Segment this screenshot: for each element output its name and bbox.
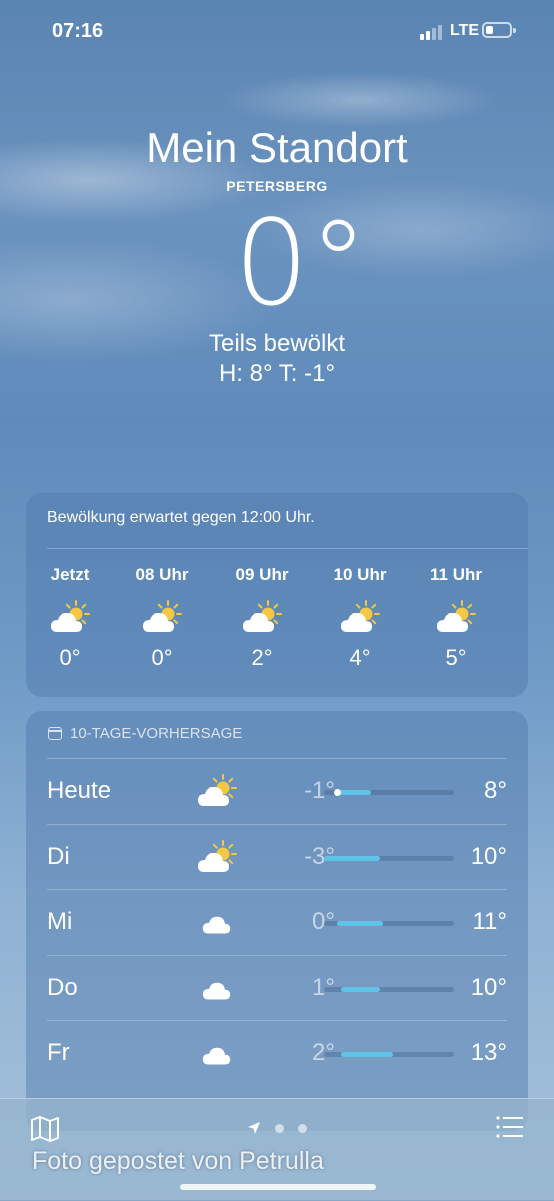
hour-column: 10 Uhr 4° [315, 565, 405, 671]
home-indicator[interactable] [180, 1184, 376, 1190]
hour-label: 1 [495, 565, 528, 587]
hourly-forecast-card[interactable]: Bewölkung erwartet gegen 12:00 Uhr. Jetz… [26, 493, 528, 697]
partly-cloudy-icon [217, 597, 307, 637]
day-high: 13° [470, 1039, 507, 1066]
daily-row[interactable]: Heute -1° 8° [47, 758, 507, 824]
hour-label: Jetzt [50, 565, 90, 584]
page-dot [275, 1123, 284, 1133]
hourly-summary: Bewölkung erwartet gegen 12:00 Uhr. [47, 509, 315, 526]
network-label: LTE [450, 22, 480, 39]
hour-temp: 4° [349, 645, 371, 670]
daily-row[interactable]: Di -3° 10° [47, 823, 507, 890]
page-indicator[interactable] [247, 1121, 307, 1135]
empty-icon [495, 597, 528, 637]
photo-credit: Foto gepostet von Petrulla [32, 1147, 324, 1175]
location-arrow-icon [248, 1122, 260, 1134]
hour-temp: 5° [445, 645, 467, 670]
temperature-range-bar [340, 1052, 393, 1057]
current-temp-dot [334, 789, 341, 796]
cloud-icon [197, 970, 237, 1006]
daily-row[interactable]: Do 1° 10° [47, 954, 507, 1021]
list-icon[interactable] [496, 1116, 524, 1143]
daily-row[interactable]: Fr 2° 13° [47, 1020, 507, 1086]
high-low-label: H: 8° T: -1° [218, 360, 336, 387]
partly-cloudy-icon [197, 839, 237, 875]
day-name: Do [47, 973, 78, 1001]
temperature-range-bar [340, 986, 380, 992]
hour-column: 1 [495, 565, 528, 645]
hour-label: 10 Uhr [333, 565, 387, 584]
hour-temp: 2° [251, 645, 273, 670]
temperature-range-track [324, 921, 454, 926]
partly-cloudy-icon [411, 597, 501, 637]
temperature-range-track [324, 1052, 454, 1057]
location-subtitle: PETERSBERG [226, 178, 328, 194]
hour-label: 08 Uhr [135, 565, 189, 584]
partly-cloudy-icon [117, 597, 207, 637]
calendar-icon [48, 727, 62, 740]
cloud-icon [197, 1035, 237, 1071]
status-time: 07:16 [52, 20, 104, 42]
hour-column: 09 Uhr 2° [217, 565, 307, 671]
hour-temp: 0° [151, 645, 173, 670]
hour-column: Jetzt 0° [26, 565, 115, 671]
day-name: Di [47, 842, 70, 870]
daily-header-label: 10-TAGE-VORHERSAGE [70, 725, 243, 742]
location-title: Mein Standort [146, 124, 408, 171]
day-name: Fr [47, 1039, 70, 1066]
temperature-range-bar [324, 855, 380, 861]
map-icon[interactable] [30, 1115, 60, 1148]
day-name: Mi [47, 908, 73, 935]
day-high: 11° [472, 908, 507, 935]
day-name: Heute [47, 777, 112, 804]
partly-cloudy-icon [197, 773, 237, 809]
day-high: 8° [484, 777, 507, 804]
daily-row[interactable]: Mi 0° 11° [47, 889, 507, 955]
partly-cloudy-icon [315, 597, 405, 637]
day-high: 10° [470, 842, 507, 870]
ten-day-forecast-card[interactable]: 10-TAGE-VORHERSAGE Heute -1° 8° Di -3° 10° Mi 0… [26, 711, 528, 1131]
condition-label: Teils bewölkt [208, 330, 346, 357]
cloud-icon [197, 904, 237, 940]
hour-temp: 0° [59, 645, 81, 670]
battery-icon [482, 22, 516, 38]
daily-header: 10-TAGE-VORHERSAGE [48, 725, 242, 742]
day-high: 10° [470, 973, 507, 1001]
signal-icon [420, 24, 448, 40]
temperature-range-track [324, 986, 454, 992]
partly-cloudy-icon [26, 597, 115, 637]
temperature-range-track [324, 789, 454, 796]
hour-column: 08 Uhr 0° [117, 565, 207, 671]
divider [47, 548, 528, 549]
temperature-range-track [324, 855, 454, 861]
temperature-range-bar [337, 790, 371, 795]
current-temperature: 0° [0, 198, 554, 328]
page-dot [298, 1123, 307, 1133]
hour-label: 11 Uhr [430, 565, 482, 584]
hour-label: 09 Uhr [235, 565, 289, 584]
hour-column: 11 Uhr 5° [411, 565, 501, 671]
current-temperature-value: 0° [233, 194, 369, 332]
temperature-range-bar [337, 921, 383, 926]
